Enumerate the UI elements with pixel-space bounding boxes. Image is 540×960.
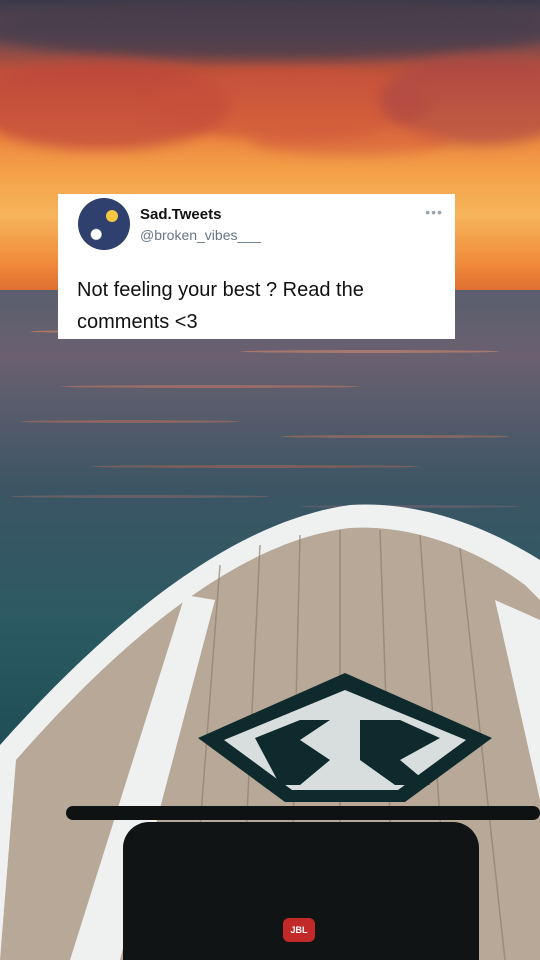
tweet-text: Not feeling your best ? Read the comment… <box>77 279 364 333</box>
avatar[interactable] <box>78 198 130 250</box>
speaker-logo: JBL <box>283 918 315 942</box>
background-photo: JBL <box>0 0 540 960</box>
user-handle[interactable]: @broken_vibes___ <box>140 227 261 243</box>
display-name[interactable]: Sad.Tweets <box>140 206 221 223</box>
bluetooth-speaker: JBL <box>123 822 479 960</box>
more-dots-icon[interactable]: ••• <box>425 204 443 220</box>
speaker-strap <box>66 806 540 820</box>
tweet-card: Sad.Tweets @broken_vibes___ ••• Not feel… <box>58 194 455 339</box>
